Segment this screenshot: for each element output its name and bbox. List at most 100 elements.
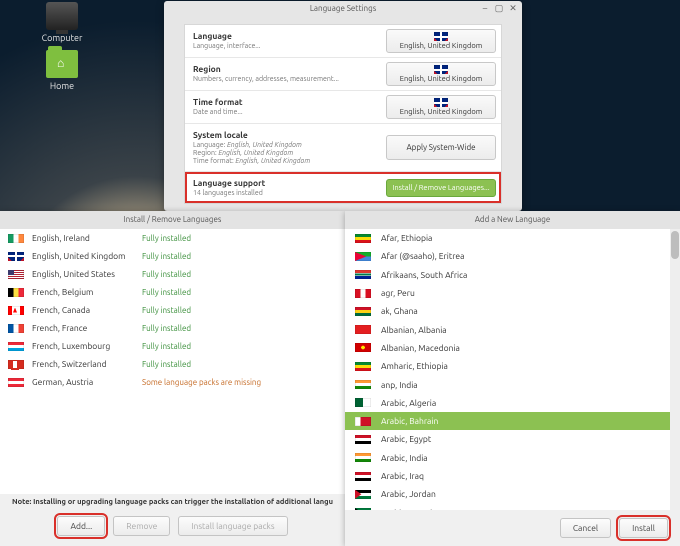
- language-dropdown[interactable]: English, United Kingdom: [386, 29, 496, 53]
- list-item[interactable]: Afrikaans, South Africa: [345, 266, 680, 284]
- row-sub: Numbers, currency, addresses, measuremen…: [193, 75, 373, 83]
- list-item[interactable]: English, United StatesFully installed: [0, 265, 345, 283]
- uk-flag-icon: [434, 65, 448, 74]
- list-item[interactable]: French, CanadaFully installed: [0, 301, 345, 319]
- language-name: French, Canada: [32, 305, 142, 315]
- install-status: Fully installed: [142, 288, 191, 297]
- in-flag-icon: [355, 453, 371, 462]
- dropdown-value: English, United Kingdom: [387, 42, 495, 50]
- row-language: Language Language, interface... English,…: [185, 25, 501, 58]
- install-button[interactable]: Install: [619, 518, 668, 538]
- list-item[interactable]: Arabic, Egypt: [345, 430, 680, 448]
- language-name: French, France: [32, 323, 142, 333]
- list-item[interactable]: Amharic, Ethiopia: [345, 357, 680, 375]
- language-name: Arabic, Bahrain: [381, 416, 438, 426]
- row-header: Time format: [193, 97, 373, 107]
- list-item[interactable]: French, LuxembourgFully installed: [0, 337, 345, 355]
- mk-flag-icon: [355, 343, 371, 352]
- row-header: Region: [193, 64, 373, 74]
- window-maximize-icon[interactable]: ▢: [494, 3, 504, 13]
- list-item[interactable]: Arabic, Kuwait: [345, 503, 680, 510]
- scrollbar-thumb[interactable]: [671, 231, 679, 259]
- ch-flag-icon: [8, 360, 24, 369]
- scrollbar[interactable]: [670, 229, 680, 510]
- install-language-packs-button[interactable]: Install language packs: [178, 516, 287, 536]
- desktop-icon-computer[interactable]: Computer: [30, 2, 94, 43]
- installed-languages-list[interactable]: English, IrelandFully installedEnglish, …: [0, 229, 345, 494]
- language-name: Arabic, Egypt: [381, 434, 431, 444]
- timeformat-dropdown[interactable]: English, United Kingdom: [386, 95, 496, 119]
- language-name: Albanian, Albania: [381, 325, 447, 335]
- row-header: System locale: [193, 130, 373, 140]
- available-languages-list[interactable]: Afar, Ethiopia Afar (@saaho), Eritrea Afri…: [345, 229, 680, 510]
- region-dropdown[interactable]: English, United Kingdom: [386, 62, 496, 86]
- dz-flag-icon: [355, 398, 371, 407]
- computer-icon: [46, 2, 78, 30]
- row-header: Language support: [193, 178, 373, 188]
- uk-flag-icon: [434, 98, 448, 107]
- apply-systemwide-button[interactable]: Apply System-Wide: [386, 135, 496, 160]
- install-status: Fully installed: [142, 252, 191, 261]
- install-remove-languages-dialog: Install / Remove Languages English, Irel…: [0, 211, 345, 546]
- list-item[interactable]: German, AustriaSome language packs are m…: [0, 373, 345, 391]
- remove-button[interactable]: Remove: [113, 516, 170, 536]
- language-name: Afar (@saaho), Eritrea: [381, 251, 464, 261]
- language-name: German, Austria: [32, 377, 142, 387]
- home-folder-icon: [46, 50, 78, 78]
- window-minimize-icon[interactable]: –: [480, 3, 490, 13]
- list-item[interactable]: French, FranceFully installed: [0, 319, 345, 337]
- list-item[interactable]: French, BelgiumFully installed: [0, 283, 345, 301]
- row-sub: Date and time...: [193, 108, 373, 116]
- dropdown-value: English, United Kingdom: [387, 75, 495, 83]
- add-new-language-dialog: Add a New Language Afar, EthiopiaAfar (@…: [345, 211, 680, 546]
- dropdown-value: English, United Kingdom: [387, 108, 495, 116]
- list-item[interactable]: Arabic, Jordan: [345, 485, 680, 503]
- uk-flag-icon: [8, 252, 24, 261]
- list-item[interactable]: Afar (@saaho), Eritrea: [345, 247, 680, 265]
- al-flag-icon: [355, 325, 371, 334]
- window-titlebar[interactable]: Language Settings – ▢ ✕: [164, 1, 522, 17]
- install-remove-languages-button[interactable]: Install / Remove Languages...: [386, 179, 496, 197]
- install-status: Fully installed: [142, 324, 191, 333]
- desktop-icon-home[interactable]: Home: [30, 50, 94, 91]
- cancel-button[interactable]: Cancel: [560, 518, 611, 538]
- language-name: Amharic, Ethiopia: [381, 361, 448, 371]
- list-item[interactable]: Arabic, Algeria: [345, 394, 680, 412]
- dialog-title: Install / Remove Languages: [0, 211, 345, 229]
- list-item[interactable]: English, IrelandFully installed: [0, 229, 345, 247]
- list-item[interactable]: anp, India: [345, 375, 680, 393]
- install-status: Fully installed: [142, 234, 191, 243]
- be-flag-icon: [8, 288, 24, 297]
- window-close-icon[interactable]: ✕: [508, 3, 518, 13]
- row-systemlocale: System locale Language: English, United …: [185, 124, 501, 172]
- language-name: French, Belgium: [32, 287, 142, 297]
- et-flag-icon: [355, 362, 371, 371]
- list-item[interactable]: English, United KingdomFully installed: [0, 247, 345, 265]
- pe-flag-icon: [355, 289, 371, 298]
- list-item[interactable]: Albanian, Albania: [345, 320, 680, 338]
- list-item[interactable]: Albanian, Macedonia: [345, 339, 680, 357]
- iq-flag-icon: [355, 472, 371, 481]
- language-name: French, Switzerland: [32, 359, 142, 369]
- add-button[interactable]: Add...: [57, 516, 105, 536]
- install-status: Fully installed: [142, 306, 191, 315]
- list-item[interactable]: Arabic, Iraq: [345, 467, 680, 485]
- language-name: anp, India: [381, 380, 418, 390]
- install-status: Fully installed: [142, 360, 191, 369]
- list-item[interactable]: French, SwitzerlandFully installed: [0, 355, 345, 373]
- eg-flag-icon: [355, 435, 371, 444]
- gh-flag-icon: [355, 307, 371, 316]
- language-name: Afar, Ethiopia: [381, 233, 432, 243]
- language-name: English, Ireland: [32, 233, 142, 243]
- ca-flag-icon: [8, 306, 24, 315]
- install-note: Note: Installing or upgrading language p…: [0, 494, 345, 510]
- list-item[interactable]: agr, Peru: [345, 284, 680, 302]
- list-item[interactable]: Afar, Ethiopia: [345, 229, 680, 247]
- row-sub: 14 languages installed: [193, 189, 373, 197]
- list-item[interactable]: Arabic, Bahrain: [345, 412, 680, 430]
- language-name: Arabic, Iraq: [381, 471, 424, 481]
- list-item[interactable]: ak, Ghana: [345, 302, 680, 320]
- window-title: Language Settings: [310, 4, 376, 13]
- in-flag-icon: [355, 380, 371, 389]
- list-item[interactable]: Arabic, India: [345, 449, 680, 467]
